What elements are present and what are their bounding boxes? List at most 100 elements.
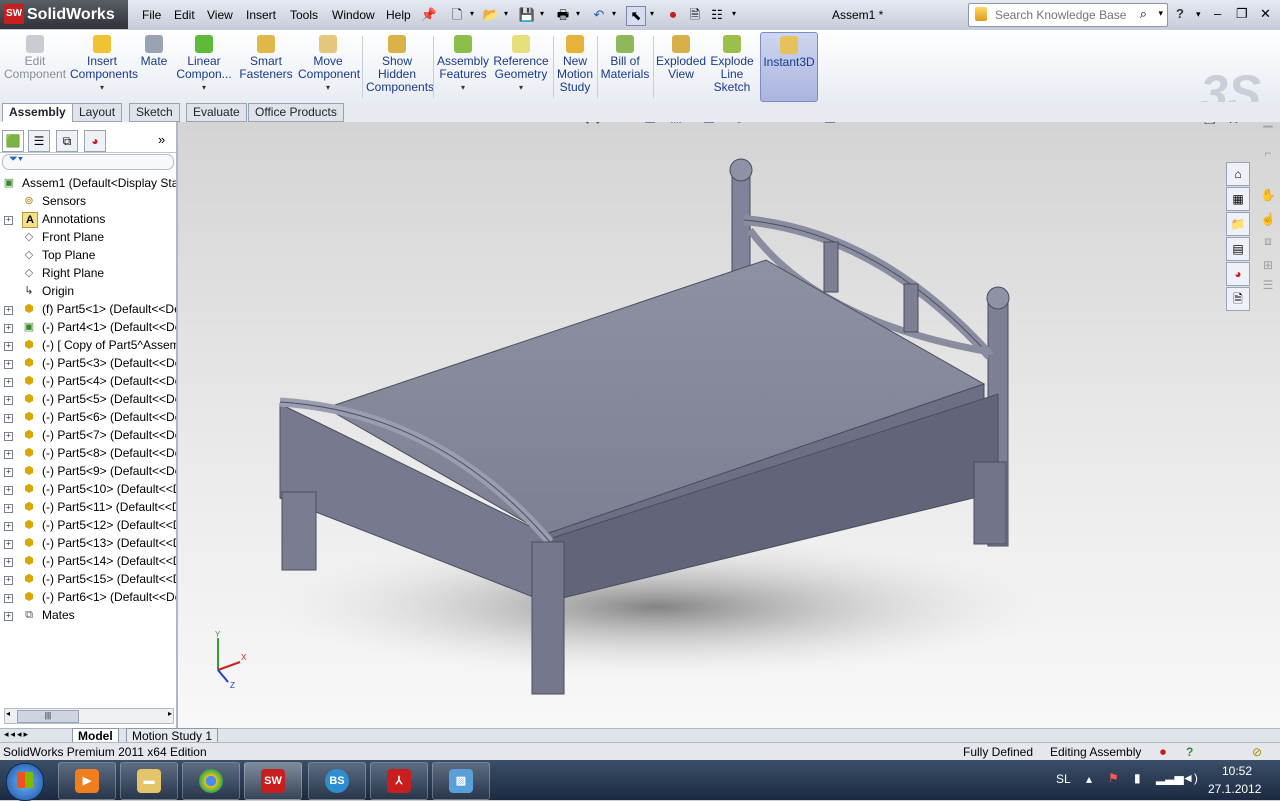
- taskbar-photo-viewer[interactable]: ▨: [432, 762, 490, 800]
- property-manager-tab-icon[interactable]: ☰: [28, 130, 50, 152]
- tree-item-annotations[interactable]: + A Annotations: [0, 210, 176, 228]
- expand-toggle[interactable]: +: [4, 360, 13, 369]
- save-icon[interactable]: 💾: [518, 6, 536, 24]
- search-icon[interactable]: ⌕: [1140, 6, 1147, 22]
- expand-toggle[interactable]: +: [4, 396, 13, 405]
- tree-item-part[interactable]: + ⬢ (-) Part5<11> (Default<<D: [0, 498, 176, 516]
- tree-horizontal-scrollbar[interactable]: ◂ ||| ▸: [4, 708, 174, 724]
- explode-line-sketch-button[interactable]: Explode Line Sketch: [708, 32, 756, 100]
- new-dropdown-arrow[interactable]: ▾: [470, 9, 478, 18]
- solidworks-logo[interactable]: SW SolidWorks: [0, 0, 128, 29]
- expand-toggle[interactable]: +: [4, 342, 13, 351]
- help-status-icon[interactable]: ?: [1186, 743, 1193, 761]
- graphics-area[interactable]: 🔍 🔎 ↩ ◫ ⬚ ◩ ◎ ◕ ❋ ▤ – ❐ ✕ ⌂ ▦ 📁 ▤ ◕ 🗎 ▔ …: [178, 122, 1280, 728]
- tree-item-part[interactable]: + ⬢ (-) Part5<7> (Default<<Def: [0, 426, 176, 444]
- tree-item-part[interactable]: + ⬢ (-) Part5<13> (Default<<D: [0, 534, 176, 552]
- action-center-flag-icon[interactable]: ⚑: [1108, 771, 1119, 785]
- menu-view[interactable]: View: [207, 8, 233, 22]
- exploded-view-button[interactable]: Exploded View: [656, 32, 706, 100]
- taskbar-bs-app[interactable]: BS: [308, 762, 366, 800]
- menu-help[interactable]: Help: [386, 8, 411, 22]
- options-dropdown-arrow[interactable]: ▾: [732, 9, 740, 18]
- print-icon[interactable]: 🖶: [554, 6, 572, 24]
- print-dropdown-arrow[interactable]: ▾: [576, 9, 584, 18]
- expand-toggle[interactable]: +: [4, 216, 13, 225]
- tab-assembly[interactable]: Assembly: [2, 103, 73, 122]
- configuration-manager-tab-icon[interactable]: ⧉: [56, 130, 78, 152]
- network-signal-icon[interactable]: ▂▃▅: [1156, 771, 1184, 785]
- tree-item-part[interactable]: + ⬢ (-) Part5<3> (Default<<Def: [0, 354, 176, 372]
- expand-panel-chevron-icon[interactable]: »: [158, 132, 165, 147]
- expand-toggle[interactable]: +: [4, 306, 13, 315]
- new-document-icon[interactable]: 🗋: [448, 6, 466, 24]
- attachment-icon[interactable]: ⊘: [1252, 743, 1262, 761]
- new-motion-study-button[interactable]: New Motion Study: [556, 32, 594, 100]
- bed-3d-model[interactable]: [178, 122, 1280, 728]
- tree-filter[interactable]: ⏷▾: [2, 153, 174, 170]
- bill-of-materials-button[interactable]: Bill of Materials: [600, 32, 650, 100]
- volume-icon[interactable]: ◄): [1182, 771, 1198, 785]
- tree-item-mates[interactable]: + ⧉ Mates: [0, 606, 176, 624]
- open-dropdown-arrow[interactable]: ▾: [504, 9, 512, 18]
- expand-toggle[interactable]: +: [4, 468, 13, 477]
- search-dropdown-arrow[interactable]: ▾: [1158, 8, 1163, 19]
- menu-edit[interactable]: Edit: [174, 8, 195, 22]
- tree-item-part[interactable]: + ⬢ (-) Part6<1> (Default<<Def: [0, 588, 176, 606]
- tree-item-part[interactable]: + ⬢ (-) [ Copy of Part5^Assem: [0, 336, 176, 354]
- expand-toggle[interactable]: +: [4, 414, 13, 423]
- undo-icon[interactable]: ↶: [590, 6, 608, 24]
- insert-components-dropdown-arrow[interactable]: ▾: [70, 81, 134, 94]
- menu-tools[interactable]: Tools: [290, 8, 318, 22]
- expand-toggle[interactable]: +: [4, 486, 13, 495]
- instant3d-toggle[interactable]: Instant3D: [760, 32, 818, 102]
- show-hidden-icons-arrow-icon[interactable]: ▴: [1086, 772, 1092, 786]
- rebuild-traffic-light-icon[interactable]: ⏺: [664, 6, 682, 24]
- rebuild-status-icon[interactable]: ⏺: [1160, 743, 1166, 761]
- battery-icon[interactable]: ▮: [1134, 771, 1141, 785]
- tree-item-part[interactable]: + ⬢ (-) Part5<6> (Default<<Def: [0, 408, 176, 426]
- edit-component-button[interactable]: Edit Component: [4, 32, 66, 100]
- expand-toggle[interactable]: +: [4, 594, 13, 603]
- search-scope-icon[interactable]: [975, 7, 987, 21]
- menu-window[interactable]: Window: [332, 8, 375, 22]
- tree-item-part[interactable]: + ⬢ (-) Part5<9> (Default<<Def: [0, 462, 176, 480]
- tree-root-assembly[interactable]: ▣ Assem1 (Default<Display State: [0, 174, 176, 192]
- file-properties-icon[interactable]: 🗎: [686, 6, 704, 24]
- linear-pattern-dropdown-arrow[interactable]: ▾: [174, 81, 234, 94]
- pin-icon[interactable]: 📌: [420, 6, 438, 24]
- reference-geometry-button[interactable]: Reference Geometry ▾: [492, 32, 550, 100]
- scroll-left-arrow-icon[interactable]: ◂: [6, 709, 10, 718]
- options-icon[interactable]: ☷: [708, 6, 726, 24]
- tree-item-part[interactable]: + ⬢ (-) Part5<14> (Default<<D: [0, 552, 176, 570]
- filter-funnel-icon[interactable]: ⏷▾: [9, 153, 23, 166]
- feature-manager-tab-icon[interactable]: 🟩: [2, 130, 24, 152]
- taskbar-chrome[interactable]: [182, 762, 240, 800]
- assembly-features-dropdown-arrow[interactable]: ▾: [436, 81, 490, 94]
- tree-item-top-plane[interactable]: ◇ Top Plane: [0, 246, 176, 264]
- clock-time[interactable]: 10:52: [1222, 764, 1252, 778]
- select-arrow-icon[interactable]: ⬉: [626, 6, 646, 26]
- expand-toggle[interactable]: +: [4, 576, 13, 585]
- restore-icon[interactable]: ❐: [1236, 6, 1248, 22]
- clock-date[interactable]: 27.1.2012: [1208, 782, 1261, 796]
- reference-geometry-dropdown-arrow[interactable]: ▾: [492, 81, 550, 94]
- knowledge-base-search[interactable]: ⌕ ▾: [968, 3, 1168, 27]
- tab-office-products[interactable]: Office Products: [248, 103, 344, 122]
- tree-item-part[interactable]: + ⬢ (-) Part5<10> (Default<<D: [0, 480, 176, 498]
- tab-scroll-arrows-icon[interactable]: ◂◂◂▸: [4, 729, 30, 740]
- tree-item-right-plane[interactable]: ◇ Right Plane: [0, 264, 176, 282]
- expand-toggle[interactable]: +: [4, 558, 13, 567]
- menu-file[interactable]: File: [142, 8, 161, 22]
- tree-item-part[interactable]: + ⬢ (-) Part5<4> (Default<<Def: [0, 372, 176, 390]
- tree-item-part[interactable]: + ⬢ (-) Part5<8> (Default<<Def: [0, 444, 176, 462]
- close-icon[interactable]: ✕: [1260, 6, 1271, 22]
- expand-toggle[interactable]: +: [4, 450, 13, 459]
- expand-toggle[interactable]: +: [4, 540, 13, 549]
- language-indicator[interactable]: SL: [1056, 772, 1071, 786]
- tab-sketch[interactable]: Sketch: [129, 103, 180, 122]
- tree-item-part[interactable]: + ⬢ (-) Part5<5> (Default<<Def: [0, 390, 176, 408]
- scrollbar-thumb[interactable]: |||: [17, 710, 79, 723]
- tree-item-origin[interactable]: ↳ Origin: [0, 282, 176, 300]
- search-input[interactable]: [993, 7, 1137, 23]
- undo-dropdown-arrow[interactable]: ▾: [612, 9, 620, 18]
